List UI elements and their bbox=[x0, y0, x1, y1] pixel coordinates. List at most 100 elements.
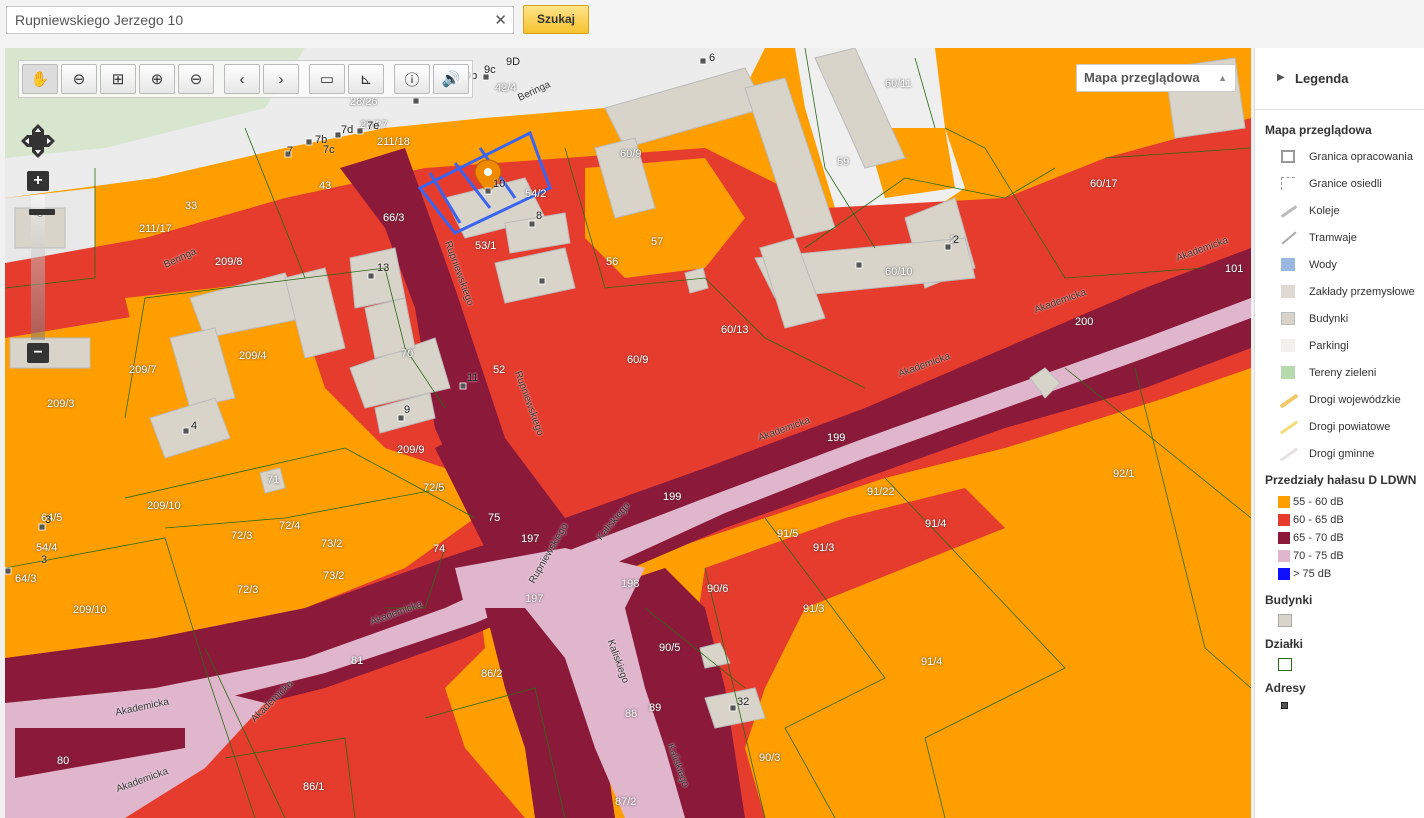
address-label: 13 bbox=[377, 262, 390, 274]
search-input[interactable] bbox=[7, 7, 487, 33]
boundary-icon bbox=[1278, 149, 1298, 164]
parcels-swatch bbox=[1278, 658, 1292, 671]
parcel-label: 91/3 bbox=[803, 603, 825, 615]
parcel-label: 64/3 bbox=[15, 573, 37, 585]
parcel-label: 70 bbox=[401, 348, 414, 360]
noise-swatch bbox=[1278, 514, 1290, 526]
legend-item: Drogi wojewódzkie bbox=[1265, 386, 1424, 413]
noise-legend-label: > 75 dB bbox=[1293, 568, 1332, 580]
noise-legend-item: > 75 dB bbox=[1265, 565, 1424, 583]
noise-swatch bbox=[1278, 532, 1290, 544]
noise-swatch bbox=[1278, 568, 1290, 580]
parcel-label: 60/17 bbox=[1090, 178, 1118, 190]
parcel-label: 198 bbox=[621, 578, 640, 590]
zoom-in-icon[interactable]: ⊕ bbox=[139, 64, 175, 94]
parcel-label: 42/4 bbox=[495, 82, 517, 94]
map-canvas[interactable]: 60/11 60/9 59 60/17 60/10 101 200 199 92/1 91/22 9… bbox=[5, 48, 1251, 818]
parcel-label: 92/1 bbox=[1113, 468, 1135, 480]
legend-item: Tereny zieleni bbox=[1265, 359, 1424, 386]
parcel-label: 101 bbox=[1225, 263, 1244, 275]
legend-section-addresses: Adresy bbox=[1265, 681, 1306, 695]
buildings-swatch bbox=[1278, 614, 1292, 627]
legend-item: Zakłady przemysłowe bbox=[1265, 278, 1424, 305]
legend-toggle[interactable]: ▶ Legenda bbox=[1255, 48, 1424, 110]
zoom-slider: + − bbox=[27, 171, 55, 366]
legend-item: Granice osiedli bbox=[1265, 170, 1424, 197]
pan-control-icon[interactable] bbox=[19, 122, 57, 160]
clear-search-icon[interactable]: ✕ bbox=[494, 11, 507, 29]
zoom-track[interactable] bbox=[29, 195, 55, 340]
parcel-label: 80 bbox=[57, 755, 70, 767]
parcel-label: 66/3 bbox=[383, 212, 405, 224]
green-area-icon bbox=[1278, 365, 1298, 380]
noise-map-layer bbox=[5, 48, 1251, 818]
measure-area-icon[interactable]: ⊾ bbox=[348, 64, 384, 94]
address-label: 2 bbox=[953, 234, 960, 246]
parcel-label: 211/17 bbox=[139, 223, 172, 235]
zoom-in-button[interactable]: + bbox=[27, 171, 49, 191]
legend-item: Budynki bbox=[1265, 305, 1424, 332]
parcel-label: 60/11 bbox=[885, 78, 912, 90]
parcel-label: 90/6 bbox=[707, 583, 729, 595]
legend-item: Wody bbox=[1265, 251, 1424, 278]
parcel-label: 81 bbox=[351, 655, 364, 667]
search-button[interactable]: Szukaj bbox=[523, 5, 589, 34]
address-swatch bbox=[1281, 702, 1288, 709]
noise-legend-label: 65 - 70 dB bbox=[1293, 532, 1344, 544]
measure-distance-icon[interactable]: ▭ bbox=[309, 64, 345, 94]
zoom-out-button[interactable]: − bbox=[27, 343, 49, 363]
parcel-label: 72/5 bbox=[423, 482, 445, 494]
parking-icon bbox=[1278, 338, 1298, 353]
parcel-label: 71 bbox=[267, 474, 280, 486]
parcel-label: 75 bbox=[488, 512, 501, 524]
legend-item: Parkingi bbox=[1265, 332, 1424, 359]
legend-section-buildings: Budynki bbox=[1265, 593, 1313, 607]
parcel-label: 209/9 bbox=[397, 444, 425, 456]
districts-icon bbox=[1278, 176, 1298, 191]
parcel-label: 52 bbox=[493, 364, 506, 376]
address-label: 7e bbox=[367, 120, 380, 132]
legend-item-label: Parkingi bbox=[1309, 339, 1349, 352]
legend-item-label: Drogi powiatowe bbox=[1309, 420, 1391, 433]
info-icon[interactable]: ⓘ bbox=[394, 64, 430, 94]
back-icon[interactable]: ‹ bbox=[224, 64, 260, 94]
legend-panel: ▶ Legenda Mapa przeglądowa Granica oprac… bbox=[1254, 48, 1424, 818]
parcel-label: 54/4 bbox=[36, 542, 58, 554]
parcel-label: 91/22 bbox=[867, 486, 895, 498]
pan-hand-icon[interactable]: ✋ bbox=[22, 64, 58, 94]
address-label: 7d bbox=[341, 124, 354, 136]
zoom-thumb[interactable] bbox=[29, 209, 55, 215]
parcel-label: 60/10 bbox=[885, 266, 913, 278]
legend-section-parcels: Działki bbox=[1265, 637, 1304, 651]
parcel-label: 90/3 bbox=[759, 752, 781, 764]
address-label: 3 bbox=[41, 554, 48, 566]
noise-legend-label: 55 - 60 dB bbox=[1293, 496, 1344, 508]
address-label: 11 bbox=[467, 372, 479, 384]
legend-item-label: Granica opracowania bbox=[1309, 150, 1413, 163]
parcel-label: 197 bbox=[521, 533, 540, 545]
legend-item: Drogi gminne bbox=[1265, 440, 1424, 467]
tram-icon bbox=[1278, 230, 1298, 245]
legend-item-label: Drogi wojewódzkie bbox=[1309, 393, 1401, 406]
parcel-label: 197 bbox=[525, 593, 544, 605]
parcel-label: 209/7 bbox=[129, 364, 157, 376]
zoom-out-box-icon[interactable]: ⊖ bbox=[61, 64, 97, 94]
parcel-label: 56 bbox=[606, 256, 619, 268]
noise-legend-item: 65 - 70 dB bbox=[1265, 529, 1424, 547]
parcel-label: 90/5 bbox=[659, 642, 681, 654]
sound-icon[interactable]: 🔊 bbox=[433, 64, 469, 94]
parcel-label: 200 bbox=[1075, 316, 1094, 328]
industry-icon bbox=[1278, 284, 1298, 299]
zoom-out-icon[interactable]: ⊖ bbox=[178, 64, 214, 94]
building-icon bbox=[1278, 311, 1298, 326]
forward-icon[interactable]: › bbox=[263, 64, 299, 94]
address-label: 8 bbox=[536, 210, 543, 222]
address-label: 9D bbox=[506, 56, 521, 68]
railway-icon bbox=[1278, 204, 1298, 218]
noise-legend-item: 55 - 60 dB bbox=[1265, 493, 1424, 511]
parcel-label: 209/10 bbox=[147, 500, 181, 512]
legend-section-noise: Przedziały hałasu D LDWN bbox=[1265, 473, 1417, 487]
parcel-label: 33 bbox=[185, 200, 198, 212]
zoom-extent-icon[interactable]: ⊞ bbox=[100, 64, 136, 94]
map-layer-select[interactable]: Mapa przeglądowa ▲ bbox=[1076, 64, 1236, 92]
